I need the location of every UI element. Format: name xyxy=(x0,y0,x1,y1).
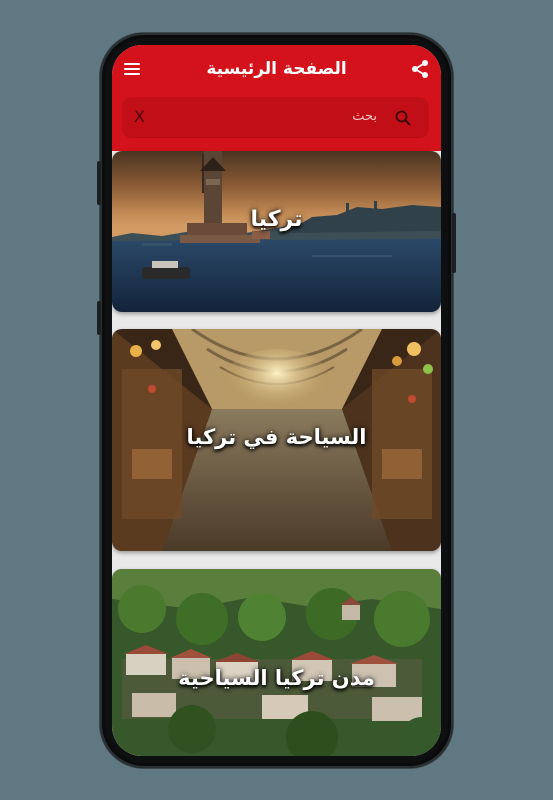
card-title: تركيا xyxy=(250,207,303,232)
cards-list: تركيا السياحة في تركيا مدن تركيا السياحي… xyxy=(112,151,441,756)
app-bar: الصفحة الرئيسية xyxy=(112,45,441,89)
side-button xyxy=(97,301,101,335)
search-icon[interactable] xyxy=(395,110,411,126)
search-placeholder: بحث xyxy=(352,109,377,124)
share-icon[interactable] xyxy=(411,59,429,79)
page-title: الصفحة الرئيسية xyxy=(206,59,347,79)
card-tourist-cities[interactable]: مدن تركيا السياحية xyxy=(112,569,441,756)
turkish-hillside-town-photo xyxy=(112,569,441,756)
card-turkey[interactable]: تركيا xyxy=(112,151,441,312)
clear-search-button[interactable]: X xyxy=(134,97,145,137)
phone-frame: الصفحة الرئيسية X بحث تركيا السياحة في ت… xyxy=(97,33,456,768)
card-tourism-in-turkey[interactable]: السياحة في تركيا xyxy=(112,329,441,551)
search-input[interactable]: X بحث xyxy=(122,97,429,137)
volume-button xyxy=(97,161,101,205)
app-screen: الصفحة الرئيسية X بحث تركيا السياحة في ت… xyxy=(112,45,441,756)
power-button xyxy=(452,213,456,273)
card-title: السياحة في تركيا xyxy=(186,425,367,449)
search-bar-area: X بحث xyxy=(112,89,441,151)
card-title: مدن تركيا السياحية xyxy=(178,666,375,690)
